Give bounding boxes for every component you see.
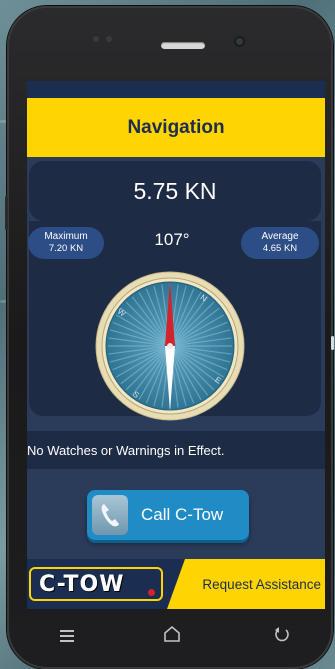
max-speed-label: Maximum [44, 231, 88, 242]
compass-icon: N E S W [95, 271, 245, 421]
footer-bar: C-TOW Request Assistance [27, 559, 325, 609]
volume-button [5, 196, 8, 230]
call-ctow-button[interactable]: Call C-Tow [87, 490, 249, 540]
back-icon[interactable] [273, 626, 291, 647]
ctow-logo-text: C-TOW [39, 572, 125, 597]
side-button [331, 336, 334, 350]
alert-message: No Watches or Warnings in Effect. [27, 442, 225, 458]
avg-speed-badge: Average 4.65 KN [241, 227, 319, 259]
phone-icon [92, 495, 128, 535]
call-button-label: Call C-Tow [141, 505, 224, 524]
weather-alert: No Watches or Warnings in Effect. [27, 431, 325, 469]
request-assistance-label: Request Assistance [202, 576, 321, 592]
menu-icon[interactable] [59, 628, 75, 646]
earpiece [161, 42, 205, 49]
front-camera [234, 36, 245, 47]
heading-readout: 107° [154, 230, 190, 249]
avg-speed-label: Average [261, 231, 299, 242]
status-bar [27, 81, 325, 98]
ctow-logo: C-TOW [29, 567, 163, 601]
app-screen: Navigation 5.75 KN Maximum 7.20 KN 107° … [27, 81, 325, 609]
avg-speed-value: 4.65 KN [262, 243, 298, 254]
sensor-icon [106, 36, 112, 42]
request-assistance-button[interactable]: Request Assistance [167, 559, 325, 609]
max-speed-badge: Maximum 7.20 KN [28, 227, 104, 259]
sensor-icon [93, 36, 99, 42]
max-speed-value: 7.20 KN [48, 243, 84, 254]
speed-value: 5.75 KN [133, 177, 217, 204]
home-icon[interactable] [162, 625, 182, 646]
page-title: Navigation [27, 98, 325, 157]
maple-leaf-icon [148, 589, 155, 596]
speed-display: 5.75 KN [29, 161, 321, 221]
